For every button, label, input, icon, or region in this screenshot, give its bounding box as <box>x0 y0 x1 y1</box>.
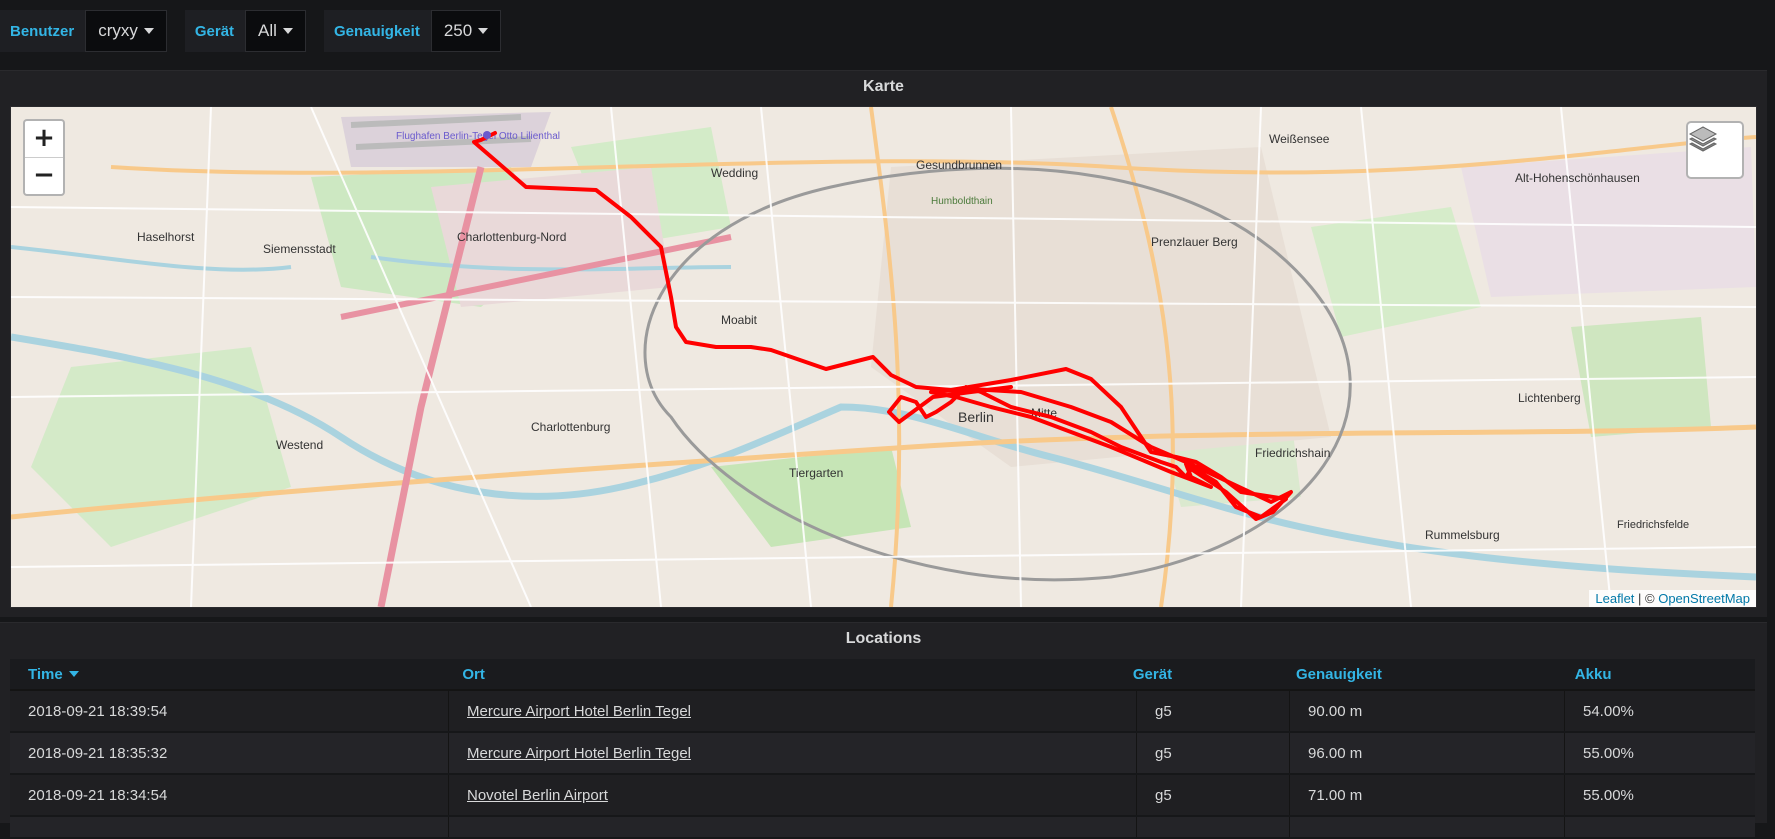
table-row <box>10 817 1755 839</box>
cell-geraet: g5 <box>1137 733 1290 773</box>
variable-geraet: Gerät All <box>184 10 306 52</box>
zoom-out-button[interactable]: − <box>25 157 63 194</box>
panel-title[interactable]: Locations <box>0 623 1767 655</box>
cell-akku: 54.00% <box>1583 702 1634 720</box>
variable-label: Benutzer <box>0 10 86 52</box>
column-header-genauigkeit[interactable]: Genauigkeit <box>1278 666 1557 683</box>
cell-empty <box>1290 817 1565 837</box>
location-route <box>472 131 1293 521</box>
cell-time: 2018-09-21 18:34:54 <box>10 775 449 815</box>
cell-ort: Mercure Airport Hotel Berlin Tegel <box>449 733 1137 773</box>
table-row: 2018-09-21 18:35:32 Mercure Airport Hote… <box>10 733 1755 775</box>
caret-down-icon <box>478 28 489 34</box>
genauigkeit-dropdown[interactable]: 250 <box>430 10 502 52</box>
cell-empty <box>1137 817 1290 837</box>
dropdown-value: cryxy <box>98 21 138 40</box>
cell-akku: 55.00% <box>1583 786 1634 804</box>
layers-icon <box>1688 126 1718 152</box>
table-row: 2018-09-21 18:34:54 Novotel Berlin Airpo… <box>10 775 1755 817</box>
ort-link[interactable]: Novotel Berlin Airport <box>467 787 608 804</box>
cell-akku: 55.00% <box>1583 744 1634 762</box>
dashboard-variables: Benutzer cryxy Gerät All Genauigkeit 250 <box>0 10 502 52</box>
variable-genauigkeit: Genauigkeit 250 <box>323 10 502 52</box>
cell-empty <box>1565 817 1755 837</box>
variable-label: Gerät <box>184 10 246 52</box>
table-row: 2018-09-21 18:39:54 Mercure Airport Hote… <box>10 691 1755 733</box>
column-header-ort[interactable]: Ort <box>444 666 1115 683</box>
cell-genauigkeit: 71.00 m <box>1290 775 1565 815</box>
ort-link[interactable]: Mercure Airport Hotel Berlin Tegel <box>467 745 691 762</box>
map-view[interactable]: Flughafen Berlin-Tegel Otto Lilienthal W… <box>10 106 1757 608</box>
route-layer <box>472 131 1293 521</box>
map-attribution: Leaflet | © OpenStreetMap <box>1589 590 1756 607</box>
cell-empty <box>449 817 1137 837</box>
cell-ort: Mercure Airport Hotel Berlin Tegel <box>449 691 1137 731</box>
dropdown-value: All <box>258 21 277 40</box>
airport-icon <box>483 131 491 139</box>
caret-down-icon <box>282 28 293 34</box>
variable-benutzer: Benutzer cryxy <box>0 10 167 52</box>
column-header-time[interactable]: Time <box>10 666 444 683</box>
openstreetmap-link[interactable]: OpenStreetMap <box>1658 591 1750 606</box>
locations-panel: Locations Time Ort Gerät Genauigkeit Akk… <box>0 622 1767 839</box>
cell-genauigkeit: 90.00 m <box>1290 691 1565 731</box>
cell-genauigkeit: 96.00 m <box>1290 733 1565 773</box>
cell-geraet: g5 <box>1137 775 1290 815</box>
cell-time: 2018-09-21 18:39:54 <box>10 691 449 731</box>
caret-down-icon <box>143 28 154 34</box>
table-header: Time Ort Gerät Genauigkeit Akku <box>10 659 1755 691</box>
sort-desc-icon <box>68 671 79 677</box>
leaflet-link[interactable]: Leaflet <box>1595 591 1634 606</box>
benutzer-dropdown[interactable]: cryxy <box>85 10 167 52</box>
zoom-in-button[interactable]: + <box>25 121 63 157</box>
column-label: Time <box>28 665 63 683</box>
column-header-geraet[interactable]: Gerät <box>1115 666 1278 683</box>
cell-time: 2018-09-21 18:35:32 <box>10 733 449 773</box>
locations-table: Time Ort Gerät Genauigkeit Akku 2018-09-… <box>10 659 1755 839</box>
cell-geraet: g5 <box>1137 691 1290 731</box>
attribution-separator: | © <box>1634 591 1659 606</box>
panel-title[interactable]: Karte <box>0 71 1767 103</box>
dropdown-value: 250 <box>443 21 473 40</box>
variable-label: Genauigkeit <box>323 10 431 52</box>
column-header-akku[interactable]: Akku <box>1557 666 1755 683</box>
cell-empty <box>10 817 449 837</box>
zoom-control: + − <box>23 119 65 196</box>
cell-ort: Novotel Berlin Airport <box>449 775 1137 815</box>
layers-button[interactable] <box>1686 121 1744 179</box>
ort-link[interactable]: Mercure Airport Hotel Berlin Tegel <box>467 703 691 720</box>
map-panel: Karte Flughafen Berlin-Tegel Otto Lilien… <box>0 70 1767 617</box>
geraet-dropdown[interactable]: All <box>245 10 306 52</box>
